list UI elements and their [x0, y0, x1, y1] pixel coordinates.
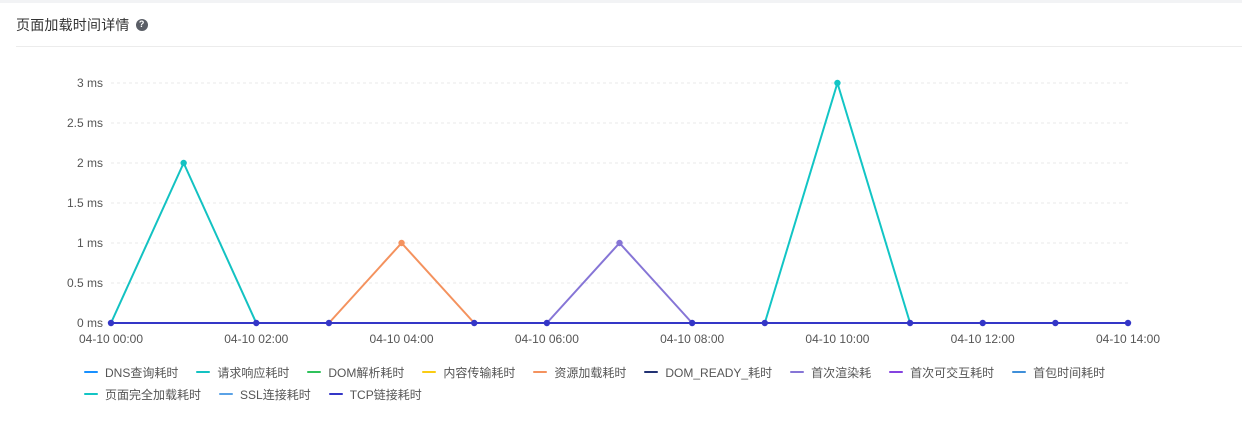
legend-label: DOM解析耗时 [328, 365, 405, 380]
x-tick-label: 04-10 02:00 [224, 332, 288, 346]
legend-label: DOM_READY_耗时 [665, 365, 773, 380]
legend-item[interactable]: 首包时间耗时 [1012, 364, 1105, 380]
data-point[interactable] [979, 319, 986, 327]
x-tick-label: 04-10 04:00 [370, 332, 434, 346]
y-axis: 0 ms 0.5 ms 1 ms 1.5 ms 2 ms 2.5 ms 3 ms [67, 76, 103, 330]
y-tick-label: 1 ms [77, 236, 103, 250]
legend-label: TCP链接耗时 [349, 387, 422, 402]
legend-label: 首次可交互耗时 [910, 365, 995, 380]
y-tick-label: 0.5 ms [67, 276, 103, 290]
legend-swatch [84, 393, 98, 395]
data-point[interactable] [688, 319, 696, 327]
data-point[interactable] [616, 239, 623, 247]
legend-swatch [422, 371, 437, 373]
legend-item[interactable]: 首次渲染耗 [790, 364, 871, 380]
legend-swatch [196, 371, 211, 373]
legend-label: DNS查询耗时 [105, 365, 179, 380]
legend-label: 请求响应耗时 [217, 365, 290, 380]
legend-swatch [1012, 371, 1027, 373]
legend-item[interactable]: DNS查询耗时 [84, 364, 178, 380]
legend-swatch [790, 371, 805, 373]
legend-swatch [219, 393, 234, 395]
x-tick-label: 04-10 14:00 [1096, 332, 1160, 346]
data-point[interactable] [1052, 319, 1059, 327]
line-chart: 0 ms 0.5 ms 1 ms 1.5 ms 2 ms 2.5 ms 3 ms 04-10… [67, 76, 1160, 346]
data-point[interactable] [761, 319, 768, 327]
legend-swatch [889, 371, 904, 373]
data-point[interactable] [1124, 319, 1132, 327]
legend-label: 首包时间耗时 [1033, 365, 1106, 380]
legend-item[interactable]: 资源加载耗时 [533, 364, 626, 380]
y-tick-label: 2.5 ms [67, 116, 103, 130]
x-tick-label: 04-10 12:00 [951, 332, 1015, 346]
data-point[interactable] [180, 159, 187, 167]
legend-item[interactable]: 页面完全加载耗时 [84, 386, 201, 402]
legend-item[interactable]: 请求响应耗时 [196, 364, 289, 380]
legend-label: 资源加载耗时 [554, 365, 627, 380]
legend-label: 页面完全加载耗时 [105, 387, 202, 402]
x-tick-label: 04-10 10:00 [805, 332, 869, 346]
y-tick-label: 2 ms [77, 156, 103, 170]
legend-item[interactable]: 首次可交互耗时 [889, 364, 994, 380]
y-tick-label: 1.5 ms [67, 196, 103, 210]
help-icon[interactable]: ? [135, 18, 148, 31]
x-tick-label: 04-10 06:00 [515, 332, 579, 346]
legend-label: 内容传输耗时 [443, 365, 516, 380]
legend-swatch [644, 371, 659, 373]
panel-title: 页面加载时间详情 [16, 16, 130, 33]
legend-item[interactable]: SSL连接耗时 [219, 386, 311, 402]
data-point[interactable] [543, 319, 551, 327]
y-tick-label: 0 ms [77, 316, 103, 330]
data-point[interactable] [471, 319, 478, 327]
x-tick-label: 04-10 00:00 [79, 332, 143, 346]
x-axis: 04-10 00:00 04-10 02:00 04-10 04:00 04-10 0… [79, 332, 1160, 346]
legend-swatch [533, 371, 548, 373]
legend-label: SSL连接耗时 [240, 387, 311, 402]
legend-item[interactable]: DOM解析耗时 [307, 364, 404, 380]
y-tick-label: 3 ms [77, 76, 103, 90]
grid-layer [111, 82, 1128, 324]
legend-swatch [307, 371, 322, 373]
legend-label: 首次渲染耗 [811, 365, 872, 380]
x-tick-label: 04-10 08:00 [660, 332, 724, 346]
legend-swatch [84, 371, 98, 373]
data-point[interactable] [253, 319, 260, 327]
data-point[interactable] [834, 79, 841, 87]
legend-item[interactable]: TCP链接耗时 [328, 386, 422, 402]
legend-swatch [328, 393, 343, 395]
data-point[interactable] [398, 239, 405, 247]
data-point[interactable] [107, 319, 115, 327]
data-point[interactable] [325, 319, 333, 327]
data-point[interactable] [906, 319, 914, 327]
legend-item[interactable]: 内容传输耗时 [422, 364, 515, 380]
legend: DNS查询耗时 请求响应耗时 DOM解析耗时 内容传输耗时 资源加载耗时 DOM_READ… [84, 364, 1224, 402]
legend-item[interactable]: DOM_READY_耗时 [644, 364, 772, 380]
panel-header: 页面加载时间详情 ? [16, 3, 1242, 47]
